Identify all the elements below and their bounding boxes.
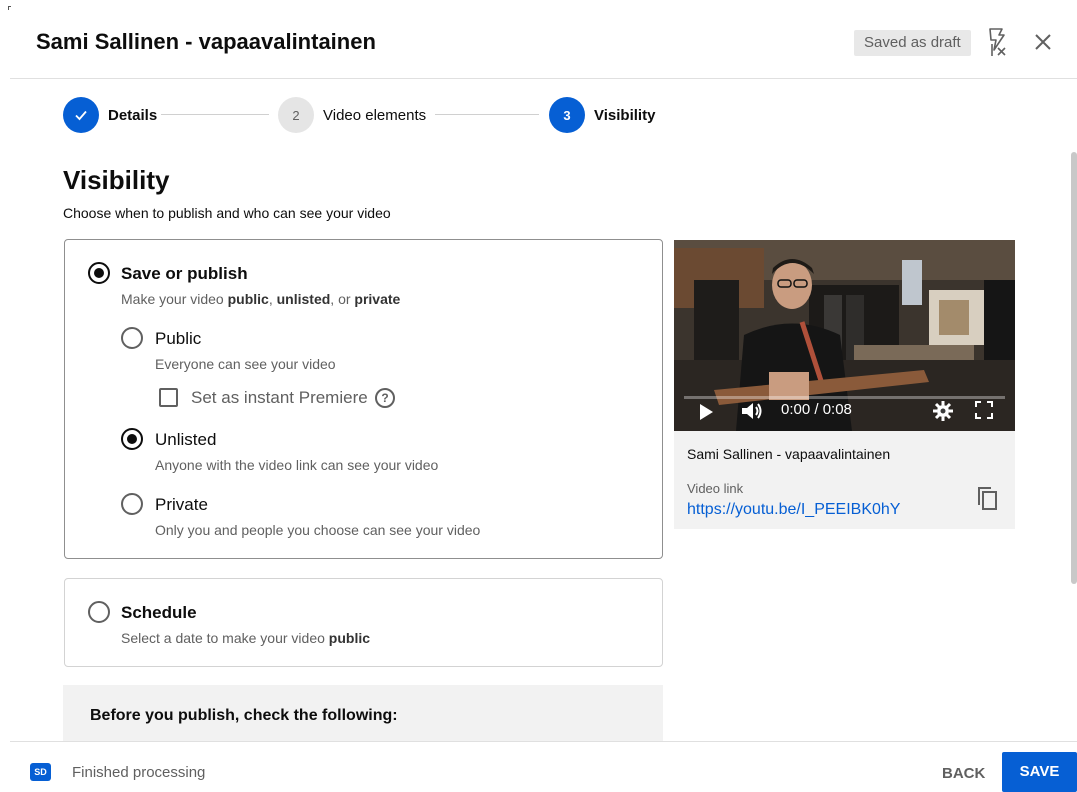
volume-icon[interactable] [740, 400, 764, 422]
saved-draft-badge: Saved as draft [854, 30, 971, 56]
back-button[interactable]: BACK [932, 756, 995, 792]
private-desc: Only you and people you choose can see y… [155, 522, 481, 538]
schedule-radio[interactable] [88, 601, 110, 623]
save-or-publish-desc: Make your video public, unlisted, or pri… [121, 291, 401, 307]
preview-video-title: Sami Sallinen - vapaavalintainen [687, 446, 891, 462]
content-scrollbar[interactable] [1071, 152, 1077, 584]
unlisted-desc: Anyone with the video link can see your … [155, 457, 439, 473]
dialog-footer: SD Finished processing BACK SAVE [10, 741, 1077, 792]
visibility-subtitle: Choose when to publish and who can see y… [63, 205, 391, 221]
dialog-title: Sami Sallinen - vapaavalintainen [36, 29, 376, 54]
upload-stepper: Details 2 Video elements 3 Visibility [63, 97, 683, 133]
feedback-flag-icon[interactable] [986, 26, 1010, 58]
save-or-publish-card[interactable]: Save or publish Make your video public, … [64, 239, 663, 559]
private-radio[interactable] [121, 493, 143, 515]
upload-dialog: Sami Sallinen - vapaavalintainen Saved a… [0, 0, 1077, 792]
fullscreen-icon[interactable] [974, 400, 994, 420]
save-or-publish-title: Save or publish [121, 264, 248, 283]
instant-premiere-checkbox[interactable] [159, 388, 178, 407]
schedule-card[interactable]: Schedule Select a date to make your vide… [64, 578, 663, 667]
prepublish-checklist: Before you publish, check the following: [63, 685, 663, 741]
help-icon[interactable]: ? [375, 388, 395, 408]
public-desc: Everyone can see your video [155, 356, 336, 372]
private-label[interactable]: Private [155, 495, 208, 515]
step-divider [161, 114, 269, 115]
video-link-url[interactable]: https://youtu.be/I_PEEIBK0hY [687, 501, 900, 519]
video-player[interactable]: 0:00 / 0:08 [674, 240, 1015, 431]
schedule-title: Schedule [121, 603, 197, 622]
step-video-elements-label[interactable]: Video elements [323, 107, 426, 124]
step-visibility-number[interactable]: 3 [549, 97, 585, 133]
schedule-desc: Select a date to make your video public [121, 630, 371, 646]
video-link-label: Video link [687, 481, 744, 496]
step-visibility-label[interactable]: Visibility [594, 107, 655, 124]
unlisted-label[interactable]: Unlisted [155, 430, 216, 450]
public-label[interactable]: Public [155, 329, 201, 349]
unlisted-radio[interactable] [121, 428, 143, 450]
copy-icon[interactable] [976, 485, 998, 511]
step-details-check-icon[interactable] [63, 97, 99, 133]
dialog-header: Sami Sallinen - vapaavalintainen Saved a… [10, 0, 1077, 79]
public-radio[interactable] [121, 327, 143, 349]
video-progress-bar[interactable] [684, 396, 1005, 399]
step-details-label[interactable]: Details [108, 107, 157, 124]
checklist-title: Before you publish, check the following: [90, 707, 398, 724]
processing-status: Finished processing [72, 764, 206, 781]
video-preview-panel: 0:00 / 0:08 Sami Sallinen - vapaavalinta… [674, 240, 1015, 529]
settings-gear-icon[interactable] [932, 400, 954, 422]
instant-premiere-label[interactable]: Set as instant Premiere [191, 388, 368, 408]
sd-quality-badge: SD [30, 763, 51, 781]
video-time: 0:00 / 0:08 [781, 401, 852, 418]
close-icon[interactable] [1032, 31, 1054, 53]
visibility-title: Visibility [63, 165, 170, 195]
step-video-elements-number[interactable]: 2 [278, 97, 314, 133]
play-icon[interactable] [698, 403, 714, 421]
step-divider [435, 114, 539, 115]
save-button[interactable]: SAVE [1002, 752, 1077, 792]
save-or-publish-radio[interactable] [88, 262, 110, 284]
